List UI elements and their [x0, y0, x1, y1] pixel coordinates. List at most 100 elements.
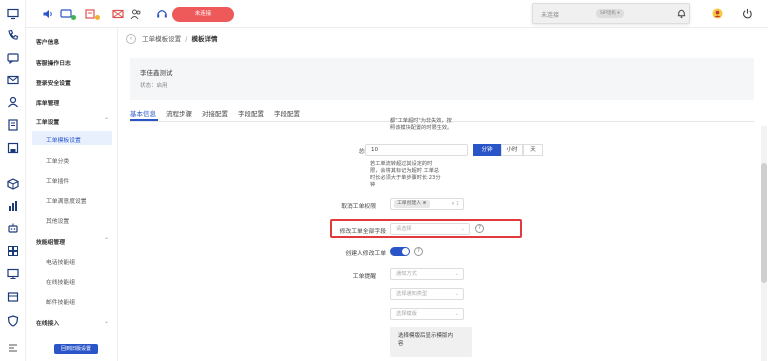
email-alert-icon[interactable]: [112, 8, 124, 20]
cube-icon[interactable]: [7, 178, 19, 190]
note-line: 限，会将其标记为超时 工单总: [370, 168, 440, 174]
main-content: ‹ 工单模板设置 / 模板详情 李佳鑫测试 状态：启用 基本信息 流程步骤 对接…: [118, 28, 768, 361]
sidebar-group-ticket-settings[interactable]: 工单设置: [36, 117, 59, 126]
sidebar-item-online-skill[interactable]: 在线技能组: [46, 277, 75, 286]
tab-field-config-2[interactable]: 字段配置: [274, 108, 300, 118]
preview-line: 选择模版后显示模版内: [398, 333, 454, 339]
sidebar-item-operation-log[interactable]: 客服操作日志: [36, 58, 71, 67]
avatar[interactable]: [712, 8, 723, 19]
note-line: 都"工单超时"为非失效，按: [390, 118, 452, 124]
bell-icon[interactable]: [676, 8, 687, 19]
online-status-dot: [71, 15, 76, 20]
select-placeholder: 请选择: [396, 226, 412, 232]
chevron-up-icon[interactable]: ⌃: [104, 237, 109, 244]
chat-icon[interactable]: [7, 52, 19, 64]
toggle-knob: [402, 248, 409, 255]
active-tab-indicator: [130, 119, 158, 121]
chevron-down-icon: ⌄: [454, 271, 459, 277]
sidebar-group-online-access[interactable]: 在线接入: [36, 318, 59, 327]
mail-icon[interactable]: [7, 74, 19, 86]
ticket-icon[interactable]: [7, 119, 19, 131]
panel-status-text: 未连接: [541, 12, 560, 19]
headset-icon[interactable]: [156, 8, 168, 20]
note-line: 钟: [370, 182, 376, 188]
notify-method-select[interactable]: 通知方式 ⌄: [390, 268, 464, 280]
unit-hours-option[interactable]: 小时: [501, 144, 523, 156]
sidebar-item-login-security[interactable]: 登录安全设置: [36, 78, 71, 87]
tab-flow-steps[interactable]: 流程步骤: [166, 108, 192, 118]
creator-modify-toggle[interactable]: [390, 247, 410, 256]
sidebar-item-ticket-category[interactable]: 工单分类: [46, 156, 69, 165]
creator-tag[interactable]: 工单创建人 ⊗: [394, 200, 430, 208]
unit-days-option[interactable]: 天: [523, 144, 543, 156]
volume-icon[interactable]: [42, 8, 54, 20]
modify-all-fields-label: 修改工单全部字段: [339, 229, 386, 235]
sidebar-item-ticket-plugin[interactable]: 工单插件: [46, 176, 69, 185]
tools-icon[interactable]: [7, 291, 19, 303]
tab-field-config[interactable]: 字段配置: [238, 108, 264, 118]
connection-status-panel: 未连接 SIP话机 ▾: [532, 3, 690, 24]
select-placeholder: 通知方式: [396, 271, 417, 277]
robot-icon[interactable]: [7, 222, 19, 234]
chevron-down-icon: ⌄: [454, 311, 459, 317]
note-line: 若工单流转超过其设定的时: [370, 161, 433, 167]
sidebar-item-satisfaction[interactable]: 工单满意度设置: [46, 196, 87, 205]
creator-modify-label: 创建人修改工单: [345, 251, 386, 257]
timeout-input[interactable]: 10: [365, 144, 468, 156]
note-line: 时长必须大于单步骤时长 23分: [370, 175, 441, 181]
template-select[interactable]: 选择模版 ⌄: [390, 308, 464, 320]
timeout-note: 都"工单超时"为非失效，按 照该模块配置的时限生效。: [390, 118, 452, 132]
modify-all-fields-select[interactable]: 请选择 ⌄: [390, 223, 470, 235]
back-icon[interactable]: ‹: [126, 34, 136, 44]
display-icon[interactable]: [7, 268, 19, 280]
phone-icon[interactable]: [7, 29, 19, 41]
sidebar-item-ticket-template[interactable]: 工单模板设置: [46, 135, 81, 144]
template-status: 状态：启用: [140, 83, 168, 89]
sidebar-item-phone-skill[interactable]: 电话技能组: [46, 257, 75, 266]
sip-phone-switch[interactable]: SIP话机 ▾: [596, 9, 624, 18]
sidebar-item-other-settings[interactable]: 其他设置: [46, 216, 69, 225]
shield-icon[interactable]: [7, 315, 19, 327]
cancel-permission-select[interactable]: 工单创建人 ⊗ ▾ 1: [390, 198, 464, 210]
cancel-permission-label: 取消工单权限: [341, 204, 376, 210]
sidebar-group-skill-groups[interactable]: 技能组管理: [36, 237, 65, 246]
user-icon[interactable]: [7, 96, 19, 108]
bar-chart-icon[interactable]: [7, 200, 19, 212]
save-icon[interactable]: [7, 142, 19, 154]
chevron-down-icon: ▾ 1: [451, 201, 459, 207]
template-name: 李佳鑫测试: [140, 69, 173, 77]
unit-minutes-option[interactable]: 分钟: [473, 144, 501, 156]
breadcrumb: ‹ 工单模板设置 / 模板详情: [126, 31, 217, 47]
scrollbar-thumb[interactable]: [761, 163, 767, 283]
sidebar-item-library[interactable]: 库单管理: [36, 98, 59, 107]
collapse-icon[interactable]: [7, 342, 19, 354]
monitor-icon[interactable]: [7, 8, 19, 20]
warning-status-dot: [95, 15, 100, 20]
breadcrumb-parent[interactable]: 工单模板设置: [142, 35, 181, 43]
grid-icon[interactable]: [7, 245, 19, 257]
help-icon[interactable]: ?: [414, 247, 423, 256]
icon-rail: [0, 0, 26, 361]
help-icon[interactable]: ?: [475, 224, 484, 233]
select-placeholder: 选择通知类型: [396, 291, 428, 297]
tab-integration[interactable]: 对接配置: [202, 108, 228, 118]
breadcrumb-separator: /: [185, 35, 188, 43]
top-bar: 未连接 未连接 SIP话机 ▾: [26, 0, 768, 28]
back-to-old-settings-button[interactable]: 回到旧版设置: [54, 344, 98, 354]
sidebar-item-email-skill[interactable]: 邮件技能组: [46, 297, 75, 306]
connection-status-button[interactable]: 未连接: [172, 7, 234, 22]
preview-line: 容: [398, 341, 404, 347]
chevron-down-icon: ⌄: [454, 291, 459, 297]
sidebar-item-customer-info[interactable]: 客户信息: [36, 37, 59, 46]
note-line: 照该模块配置的时限生效。: [390, 125, 453, 131]
power-icon[interactable]: [742, 8, 753, 19]
notify-type-select[interactable]: 选择通知类型 ⌄: [390, 288, 464, 300]
chevron-down-icon[interactable]: ⌄: [104, 318, 109, 325]
chevron-up-icon[interactable]: ⌃: [104, 117, 109, 124]
timeout-help-note: 若工单流转超过其设定的时 限，会将其标记为超时 工单总 时长必须大于单步骤时长 …: [370, 161, 441, 189]
tab-basic-info[interactable]: 基本信息: [130, 108, 156, 118]
chevron-down-icon: ⌄: [460, 226, 465, 232]
template-preview-box: 选择模版后显示模版内 容: [390, 327, 472, 357]
settings-sidebar: 客户信息 客服操作日志 登录安全设置 库单管理 工单设置 ⌃ 工单模板设置 工单…: [26, 28, 118, 361]
agents-icon[interactable]: [130, 8, 142, 20]
